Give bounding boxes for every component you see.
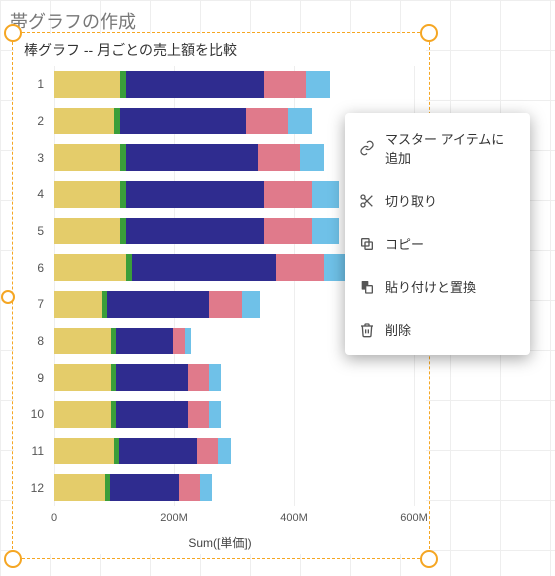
- bar-segment: [54, 181, 120, 207]
- bar-segment: [54, 364, 111, 390]
- y-tick-label: 10: [14, 407, 44, 421]
- bar-segment: [185, 328, 191, 354]
- y-tick-label: 7: [14, 297, 44, 311]
- bar-segment: [209, 364, 221, 390]
- menu-item-trash[interactable]: 削除: [345, 308, 530, 351]
- bar-segment: [258, 144, 300, 170]
- bar-segment: [54, 108, 114, 134]
- menu-item-link[interactable]: マスター アイテムに追加: [345, 117, 530, 179]
- bar-segment: [54, 438, 114, 464]
- y-tick-label: 2: [14, 114, 44, 128]
- bar-segment: [116, 401, 188, 427]
- x-tick-label: 200M: [160, 512, 188, 524]
- bar-segment: [179, 474, 200, 500]
- bar-segment: [54, 401, 111, 427]
- bar-segment: [54, 71, 120, 97]
- bar-segment: [132, 254, 276, 280]
- bar-segment: [54, 218, 120, 244]
- menu-item-label: マスター アイテムに追加: [385, 129, 516, 167]
- copy-icon: [359, 236, 375, 252]
- page-title: 帯グラフの作成: [10, 8, 136, 34]
- bar-segment: [246, 108, 288, 134]
- bar-segment: [54, 474, 105, 500]
- y-tick-label: 9: [14, 371, 44, 385]
- bar-segment: [188, 401, 209, 427]
- x-axis-title: Sum([単価]): [14, 534, 426, 551]
- bar-segment: [107, 291, 209, 317]
- y-tick-label: 8: [14, 334, 44, 348]
- bar-segment: [218, 438, 231, 464]
- bar-segment: [264, 181, 312, 207]
- y-tick-label: 1: [14, 77, 44, 91]
- bar-segment: [119, 438, 197, 464]
- resize-handle-bl[interactable]: [4, 550, 22, 568]
- paste-icon: [359, 279, 375, 295]
- menu-item-label: 貼り付けと置換: [385, 277, 476, 296]
- x-tick-label: 600M: [400, 512, 428, 524]
- bar-segment: [312, 218, 339, 244]
- bar-segment: [110, 474, 179, 500]
- link-icon: [359, 140, 375, 156]
- bar-segment: [264, 71, 306, 97]
- resize-handle-tr[interactable]: [420, 24, 438, 42]
- menu-item-label: 切り取り: [385, 191, 437, 210]
- bar-segment: [173, 328, 185, 354]
- x-tick-label: 0: [51, 512, 57, 524]
- menu-item-copy[interactable]: コピー: [345, 222, 530, 265]
- menu-item-cut[interactable]: 切り取り: [345, 179, 530, 222]
- bar-segment: [276, 254, 324, 280]
- bar-segment: [116, 364, 188, 390]
- bar-segment: [126, 144, 258, 170]
- menu-item-label: コピー: [385, 234, 424, 253]
- bar-segment: [54, 291, 102, 317]
- bar-segment: [54, 328, 111, 354]
- bar-segment: [126, 181, 264, 207]
- y-tick-label: 11: [14, 444, 44, 458]
- y-tick-label: 12: [14, 481, 44, 495]
- bar-segment: [120, 108, 246, 134]
- bar-segment: [200, 474, 212, 500]
- y-tick-label: 5: [14, 224, 44, 238]
- bar-segment: [312, 181, 339, 207]
- resize-handle-ml[interactable]: [1, 290, 15, 304]
- bar-segment: [300, 144, 324, 170]
- y-tick-label: 3: [14, 151, 44, 165]
- resize-handle-br[interactable]: [420, 550, 438, 568]
- bar-segment: [54, 254, 126, 280]
- y-tick-label: 6: [14, 261, 44, 275]
- y-tick-label: 4: [14, 187, 44, 201]
- bar-segment: [54, 144, 120, 170]
- x-tick-label: 400M: [280, 512, 308, 524]
- bar-segment: [264, 218, 312, 244]
- cut-icon: [359, 193, 375, 209]
- trash-icon: [359, 322, 375, 338]
- bar-segment: [288, 108, 312, 134]
- resize-handle-tl[interactable]: [4, 24, 22, 42]
- bar-segment: [306, 71, 330, 97]
- bar-segment: [209, 291, 242, 317]
- menu-item-paste[interactable]: 貼り付けと置換: [345, 265, 530, 308]
- bar-segment: [209, 401, 221, 427]
- menu-item-label: 削除: [385, 320, 411, 339]
- y-axis-labels: 123456789101112: [14, 66, 50, 506]
- chart-title: 棒グラフ -- 月ごとの売上額を比較: [14, 34, 426, 62]
- context-menu: マスター アイテムに追加切り取りコピー貼り付けと置換削除: [345, 113, 530, 355]
- bar-segment: [126, 71, 264, 97]
- bar-segment: [197, 438, 218, 464]
- bar-segment: [242, 291, 260, 317]
- bar-segment: [126, 218, 264, 244]
- bar-segment: [188, 364, 209, 390]
- bar-segment: [116, 328, 173, 354]
